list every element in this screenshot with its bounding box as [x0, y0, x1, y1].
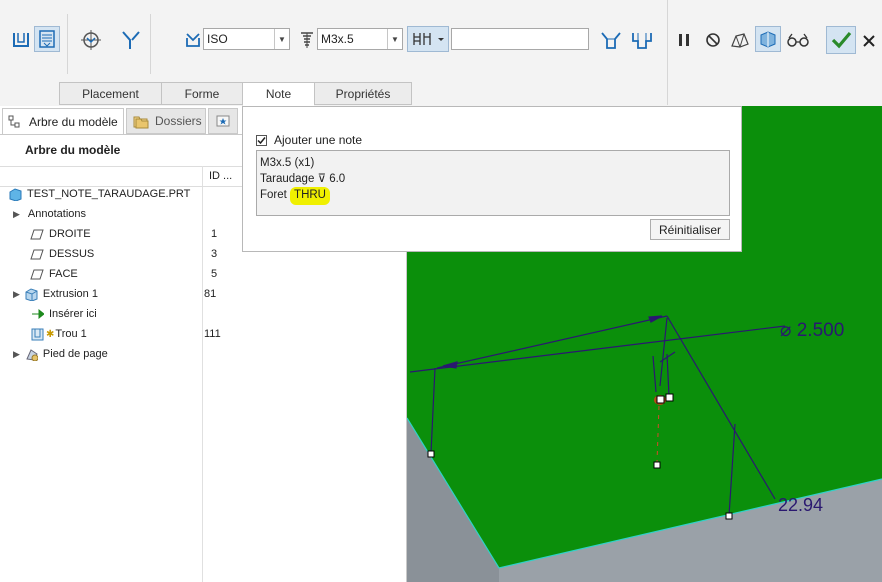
drag-handle[interactable] — [665, 393, 674, 402]
add-note-row: Ajouter une note — [256, 133, 362, 147]
thread-standard-select[interactable]: ISO ▼ — [203, 28, 290, 50]
pause-icon[interactable] — [671, 27, 697, 53]
tree-item-id: 111 — [204, 328, 221, 340]
note-line-3-value: THRU — [290, 187, 330, 205]
tab-note[interactable]: Note — [242, 82, 314, 106]
cancel-button[interactable] — [856, 28, 882, 54]
folders-icon — [133, 116, 149, 129]
note-panel: Ajouter une note M3x.5 (x1) Taraudage ⊽ … — [242, 106, 742, 252]
tree-item-label: Annotations — [27, 208, 87, 220]
tree-item-label: TEST_NOTE_TARAUDAGE.PRT — [27, 188, 191, 200]
tab-model-tree-label: Arbre du modèle — [29, 114, 118, 129]
datum-plane-icon — [30, 229, 44, 240]
tree-item-face[interactable]: FACE 5 — [30, 264, 430, 284]
extrude-icon — [25, 288, 38, 301]
datum-plane-icon — [30, 249, 44, 260]
tree-item-footer[interactable]: ▶ Pied de page — [13, 344, 413, 364]
tab-folders-label: Dossiers — [155, 114, 202, 128]
length-dimension-text[interactable]: 22.94 — [778, 495, 823, 515]
drag-handle[interactable] — [725, 512, 733, 520]
countersink-icon[interactable] — [598, 27, 624, 53]
feature-tabs: Placement Forme Note Propriétés — [59, 82, 412, 106]
tree-item-label: Pied de page — [42, 348, 108, 360]
model-tree-icon — [8, 115, 20, 127]
tree-item-insert-here[interactable]: Insérer ici — [30, 304, 430, 324]
depth-value-field[interactable] — [451, 28, 589, 50]
tree-item-extrusion[interactable]: ▶ Extrusion 1 81 — [13, 284, 413, 304]
note-line-2-value: 6.0 — [329, 173, 346, 185]
datum-plane-icon — [30, 269, 44, 280]
close-icon — [863, 35, 875, 47]
tab-favorites[interactable] — [208, 108, 238, 134]
tree-item-id: 5 — [211, 268, 218, 280]
tree-item-id: 3 — [211, 248, 218, 260]
add-note-checkbox[interactable] — [256, 134, 267, 146]
footer-icon — [26, 349, 38, 361]
thread-standard-value: ISO — [207, 32, 228, 46]
standard-hole-icon[interactable] — [34, 26, 60, 52]
no-preview-icon[interactable] — [700, 27, 726, 53]
verify-mode-icon[interactable] — [785, 27, 811, 53]
counterbore-icon[interactable] — [629, 27, 655, 53]
hole-feature-icon — [31, 328, 44, 341]
expand-arrow-icon[interactable]: ▶ — [13, 289, 20, 300]
note-line-2-prefix: Taraudage — [260, 173, 315, 185]
tree-item-id: 81 — [204, 288, 217, 300]
sketch-icon[interactable] — [78, 27, 104, 53]
column-header-id[interactable]: ID ... — [209, 170, 232, 182]
diameter-dimension-text[interactable]: ⌀ 2.500 — [780, 320, 844, 341]
note-line-1: M3x.5 (x1) — [260, 157, 315, 169]
drag-handle[interactable] — [427, 450, 435, 458]
drill-point-icon[interactable] — [118, 27, 144, 53]
chevron-down-icon[interactable]: ▼ — [387, 29, 402, 49]
add-note-label: Ajouter une note — [274, 133, 363, 147]
note-text-area[interactable]: M3x.5 (x1) Taraudage ⊽ 6.0 Foret THRU — [256, 150, 730, 216]
feature-preview-icon[interactable] — [755, 26, 781, 52]
drag-handle[interactable] — [653, 461, 661, 469]
tree-item-hole[interactable]: ✱ Trou 1 111 — [30, 324, 430, 344]
tree-item-label: DROITE — [49, 228, 91, 240]
chevron-down-icon[interactable]: ▼ — [274, 29, 289, 49]
simple-hole-icon[interactable] — [8, 27, 34, 53]
screw-size-select[interactable]: M3x.5 ▼ — [317, 28, 403, 50]
modified-star-icon: ✱ — [46, 328, 55, 340]
note-line-3-prefix: Foret — [260, 189, 287, 201]
screw-size-value: M3x.5 — [321, 32, 354, 46]
tab-proprietes[interactable]: Propriétés — [314, 82, 412, 105]
tab-folders[interactable]: Dossiers — [126, 108, 206, 134]
reset-button[interactable]: Réinitialiser — [650, 219, 730, 240]
ribbon-toolbar: ISO ▼ M3x.5 ▼ Placement Forme Note Propr… — [0, 0, 882, 107]
confirm-button[interactable] — [826, 26, 856, 54]
tab-forme[interactable]: Forme — [161, 82, 242, 105]
depth-option-button[interactable] — [407, 26, 449, 52]
tree-item-label: Extrusion 1 — [42, 288, 98, 300]
tree-item-label: Trou 1 — [55, 328, 87, 340]
expand-arrow-icon[interactable]: ▶ — [13, 209, 20, 220]
expand-arrow-icon[interactable]: ▶ — [13, 349, 20, 360]
depth-symbol-icon: ⊽ — [317, 173, 326, 185]
tree-item-label: Insérer ici — [49, 308, 97, 320]
tree-item-label: DESSUS — [49, 248, 95, 260]
model-tree-heading: Arbre du modèle — [25, 143, 121, 157]
note-line-2: Taraudage ⊽ 6.0 — [260, 171, 726, 187]
part-icon — [9, 188, 22, 201]
tab-model-tree[interactable]: Arbre du modèle — [2, 108, 124, 134]
checkmark-icon — [257, 136, 266, 144]
tab-placement[interactable]: Placement — [59, 82, 161, 105]
check-icon — [831, 31, 852, 49]
drag-handle[interactable] — [656, 395, 665, 404]
star-folder-icon — [216, 115, 230, 127]
insert-arrow-icon — [32, 308, 44, 320]
tree-item-label: FACE — [49, 268, 78, 280]
tree-item-id: 1 — [211, 228, 218, 240]
geometry-preview-icon[interactable] — [727, 27, 753, 53]
note-line-3: Foret THRU — [260, 187, 726, 205]
